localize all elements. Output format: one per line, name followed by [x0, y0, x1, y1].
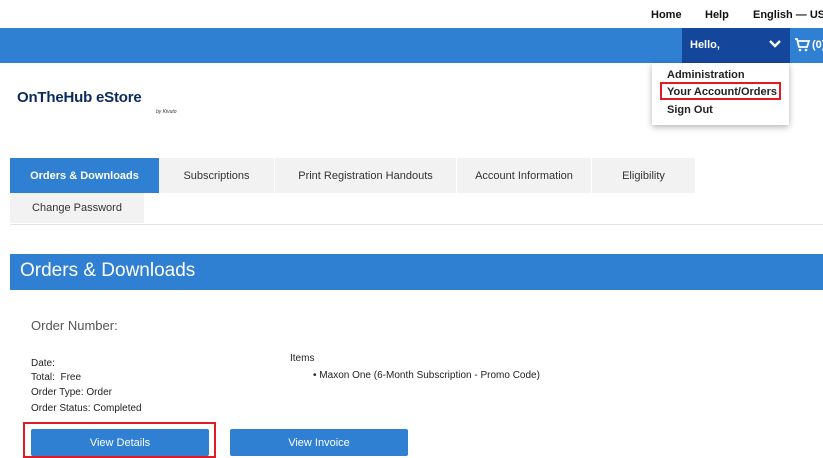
tab-orders-downloads[interactable]: Orders & Downloads — [10, 158, 159, 193]
section-title: Orders & Downloads — [20, 260, 196, 281]
menu-item-administration[interactable]: Administration — [667, 69, 745, 81]
home-link[interactable]: Home — [651, 9, 682, 21]
order-total-label: Total: — [31, 372, 55, 383]
cart-icon[interactable] — [794, 38, 810, 52]
view-details-highlight — [23, 422, 216, 458]
items-label: Items — [290, 353, 315, 364]
logo-subtitle: by Kivuto — [156, 109, 177, 115]
order-date-label: Date: — [31, 358, 55, 369]
store-logo[interactable]: OnTheHub eStore — [17, 89, 142, 106]
account-orders-highlight — [660, 82, 781, 100]
order-status-value: Completed — [93, 403, 142, 414]
account-menu-toggle[interactable]: Hello, — [682, 28, 790, 63]
tab-change-password[interactable]: Change Password — [10, 193, 144, 223]
bullet-icon: • — [313, 370, 317, 381]
order-status: Order Status: Completed — [31, 403, 142, 414]
language-currency-selector[interactable]: English — USD — [753, 9, 823, 21]
menu-item-sign-out[interactable]: Sign Out — [667, 104, 713, 116]
help-link[interactable]: Help — [705, 9, 729, 21]
order-total: Total: Free — [31, 372, 81, 383]
order-status-label: Order Status: — [31, 403, 91, 414]
order-type-value: Order — [86, 387, 112, 398]
order-number-label: Order Number: — [31, 318, 118, 333]
view-invoice-button[interactable]: View Invoice — [230, 429, 408, 456]
order-item-name: Maxon One (6-Month Subscription - Promo … — [319, 370, 540, 381]
top-utility-nav: Home Help English — USD — [0, 0, 823, 28]
cart-count[interactable]: (0) — [812, 39, 823, 51]
order-type-label: Order Type: — [31, 387, 84, 398]
order-total-value: Free — [60, 372, 82, 383]
chevron-down-icon — [769, 40, 781, 48]
order-type: Order Type: Order — [31, 387, 112, 398]
tab-subscriptions[interactable]: Subscriptions — [159, 158, 274, 193]
account-dropdown-menu: Administration Your Account/Orders Sign … — [652, 63, 789, 125]
greeting-text: Hello, — [690, 39, 720, 51]
list-item: • Maxon One (6-Month Subscription - Prom… — [313, 370, 540, 381]
tab-print-registration-handouts[interactable]: Print Registration Handouts — [275, 158, 456, 193]
tab-account-information[interactable]: Account Information — [457, 158, 591, 193]
section-header: Orders & Downloads — [10, 254, 823, 290]
tabs-divider — [10, 224, 823, 225]
tab-eligibility[interactable]: Eligibility — [592, 158, 695, 193]
